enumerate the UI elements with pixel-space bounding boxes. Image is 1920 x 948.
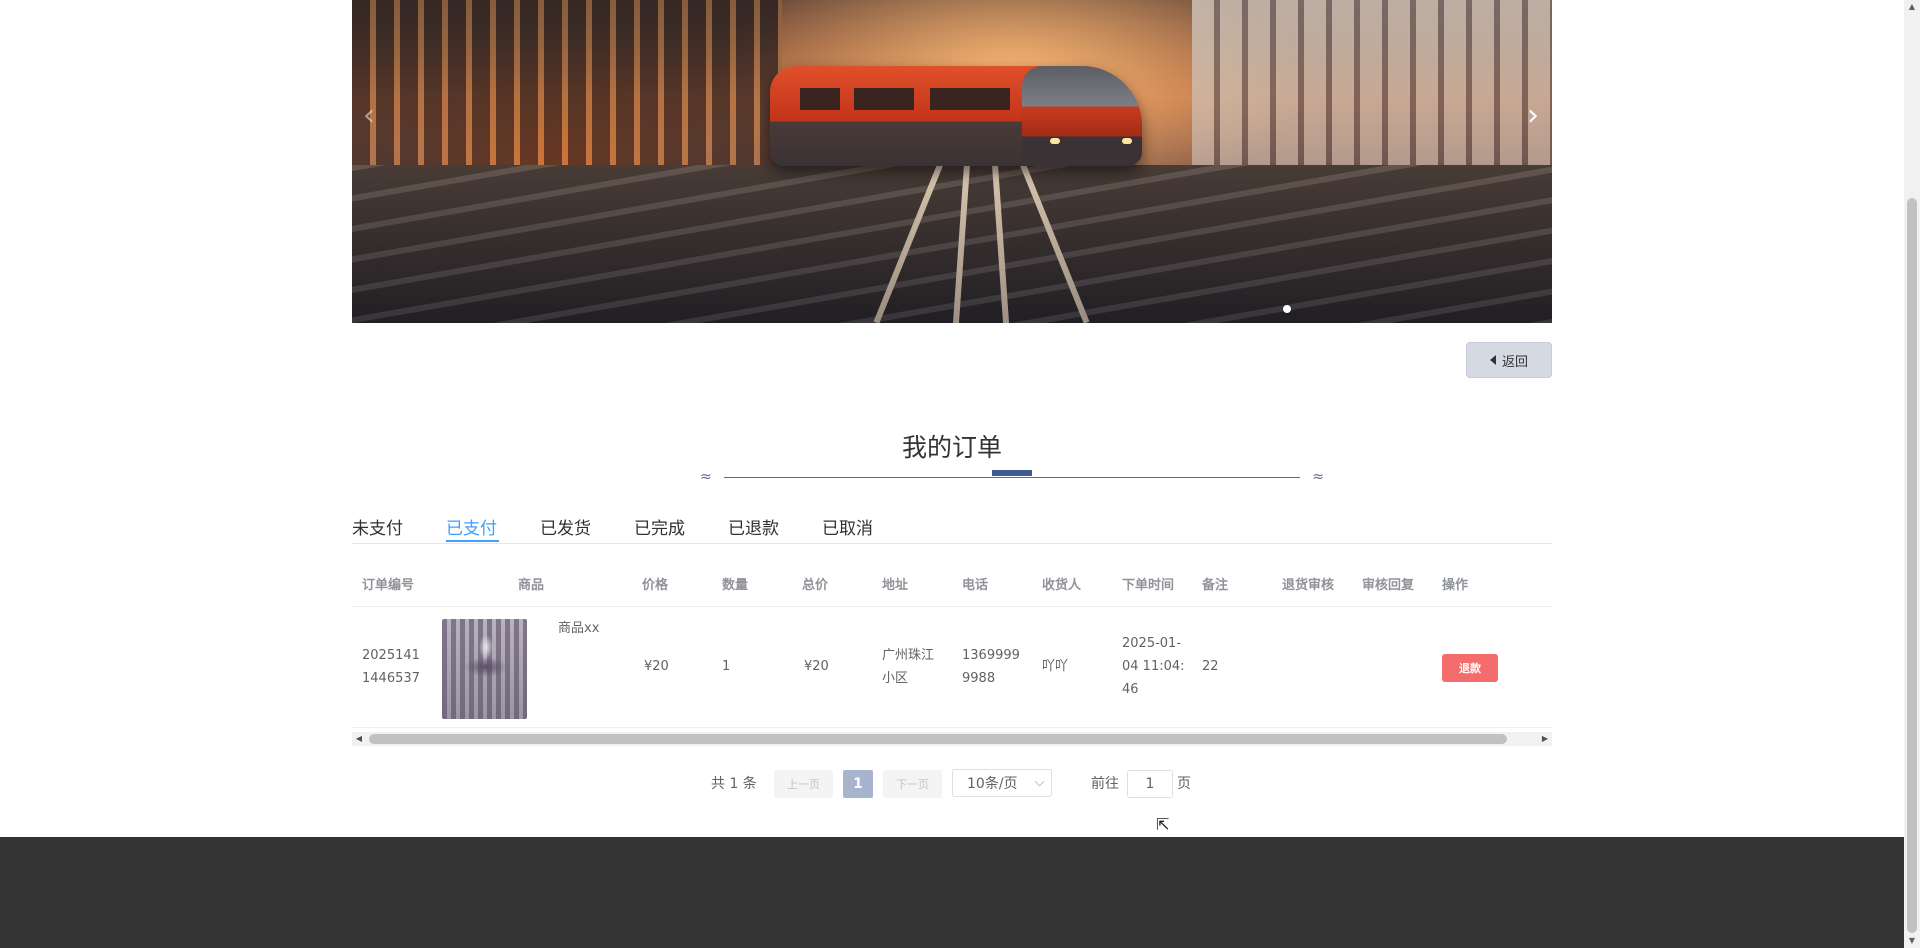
order-number: 2025141 1446537 — [362, 644, 420, 690]
tab-cancelled[interactable]: 已取消 — [822, 514, 873, 539]
remark: 22 — [1202, 659, 1219, 674]
refund-button[interactable]: 退款 — [1442, 654, 1498, 682]
caret-left-icon — [1489, 355, 1496, 365]
receiver: 吖吖 — [1042, 659, 1069, 674]
scroll-down-icon[interactable]: ▼ — [1904, 934, 1920, 948]
order-time-line: 04 11:04: — [1122, 659, 1185, 674]
page-title: 我的订单 — [901, 433, 1002, 462]
order-time-line: 46 — [1122, 682, 1139, 697]
address-line: 小区 — [882, 671, 909, 686]
scrollbar-thumb[interactable] — [369, 734, 1507, 744]
column-header: 操作 — [1442, 578, 1469, 593]
back-button-label: 返回 — [1501, 354, 1528, 370]
phone-line: 9988 — [962, 671, 996, 686]
column-header: 商品 — [518, 578, 545, 593]
carousel-prev-icon[interactable]: ‹ — [354, 98, 384, 138]
train-window — [930, 88, 1010, 110]
page-size-value: 10条/页 — [967, 776, 1018, 792]
address-line: 广州珠江 — [882, 648, 935, 663]
tab-unpaid[interactable]: 未支付 — [352, 514, 403, 539]
banner-buildings-left — [352, 0, 782, 170]
table-header: 订单编号 商品 价格 数量 总价 地址 电话 收货人 下单时间 备注 退货审核 … — [352, 560, 1552, 607]
carousel-dot[interactable] — [1283, 305, 1291, 313]
goto-suffix: 页 — [1177, 776, 1191, 792]
order-status-tabs: 未支付 已支付 已发货 已完成 已退款 已取消 — [352, 508, 1552, 544]
tab-refunded[interactable]: 已退款 — [728, 514, 779, 539]
page-vertical-scrollbar[interactable]: ▲ ▼ — [1904, 0, 1920, 948]
column-header: 订单编号 — [362, 578, 415, 593]
scrollbar-thumb[interactable] — [1907, 198, 1917, 933]
scroll-right-icon[interactable]: ▶ — [1538, 732, 1552, 746]
address: 广州珠江 小区 — [882, 644, 934, 690]
scroll-up-icon[interactable]: ▲ — [1904, 0, 1920, 14]
title-decoration: ≈ ≈ — [700, 468, 1324, 485]
column-header: 地址 — [882, 578, 909, 593]
mouse-cursor-icon: ⇱ — [1156, 815, 1170, 834]
banner-carousel[interactable]: ‹ › — [352, 0, 1552, 323]
order-number-line: 2025141 — [362, 648, 420, 663]
back-button[interactable]: 返回 — [1466, 342, 1552, 378]
table-row: 2025141 1446537 商品xx ¥20 1 ¥20 广州珠江 小区 1… — [352, 607, 1552, 728]
column-header: 备注 — [1202, 578, 1229, 593]
product-name: 商品xx — [558, 621, 600, 636]
phone: 1369999 9988 — [962, 644, 1020, 690]
prev-page-button[interactable]: 上一页 — [774, 770, 833, 798]
page-size-select[interactable]: 10条/页 — [952, 769, 1052, 797]
chevron-down-icon — [1034, 776, 1045, 787]
phone-line: 1369999 — [962, 648, 1020, 663]
product-thumbnail — [442, 619, 527, 719]
title-underline — [724, 477, 1300, 478]
train-window — [854, 88, 914, 110]
train-nose — [1022, 66, 1142, 166]
order-number-line: 1446537 — [362, 671, 420, 686]
banner-train — [770, 66, 1142, 166]
train-light — [1050, 138, 1060, 144]
column-header: 电话 — [962, 578, 989, 593]
train-window — [800, 88, 840, 110]
banner-tracks — [352, 165, 1552, 323]
scroll-left-icon[interactable]: ◀ — [352, 732, 366, 746]
tab-shipped[interactable]: 已发货 — [540, 514, 591, 539]
page: ‹ › 返回 我的订单 ≈ ≈ 未支付 已支付 已发货 已完成 已退款 已取消 … — [0, 0, 1904, 948]
carousel-next-icon[interactable]: › — [1518, 98, 1548, 138]
order-time: 2025-01- 04 11:04: 46 — [1122, 632, 1185, 701]
column-header: 收货人 — [1042, 578, 1082, 593]
flourish-left-icon: ≈ — [700, 469, 712, 485]
column-header: 下单时间 — [1122, 578, 1175, 593]
column-header: 审核回复 — [1362, 578, 1415, 593]
goto-label: 前往 — [1091, 776, 1119, 792]
price: ¥20 — [644, 659, 669, 674]
table-horizontal-scrollbar[interactable]: ◀ ▶ — [352, 732, 1552, 746]
pagination-total: 共 1 条 — [711, 776, 757, 792]
tab-completed[interactable]: 已完成 — [634, 514, 685, 539]
quantity: 1 — [722, 659, 731, 674]
page-number-button[interactable]: 1 — [843, 770, 873, 798]
footer — [0, 837, 1904, 948]
order-time-line: 2025-01- — [1122, 636, 1182, 651]
column-header: 退货审核 — [1282, 578, 1335, 593]
train-light — [1122, 138, 1132, 144]
column-header: 数量 — [722, 578, 749, 593]
banner-buildings-right — [1192, 0, 1552, 190]
next-page-button[interactable]: 下一页 — [883, 770, 942, 798]
total-price: ¥20 — [804, 659, 829, 674]
flourish-right-icon: ≈ — [1312, 469, 1324, 485]
column-header: 价格 — [642, 578, 669, 593]
goto-page-input[interactable]: 1 — [1127, 770, 1173, 798]
title-accent-bar — [992, 470, 1032, 476]
column-header: 总价 — [802, 578, 829, 593]
tab-paid[interactable]: 已支付 — [446, 514, 497, 539]
active-tab-indicator — [446, 540, 499, 542]
